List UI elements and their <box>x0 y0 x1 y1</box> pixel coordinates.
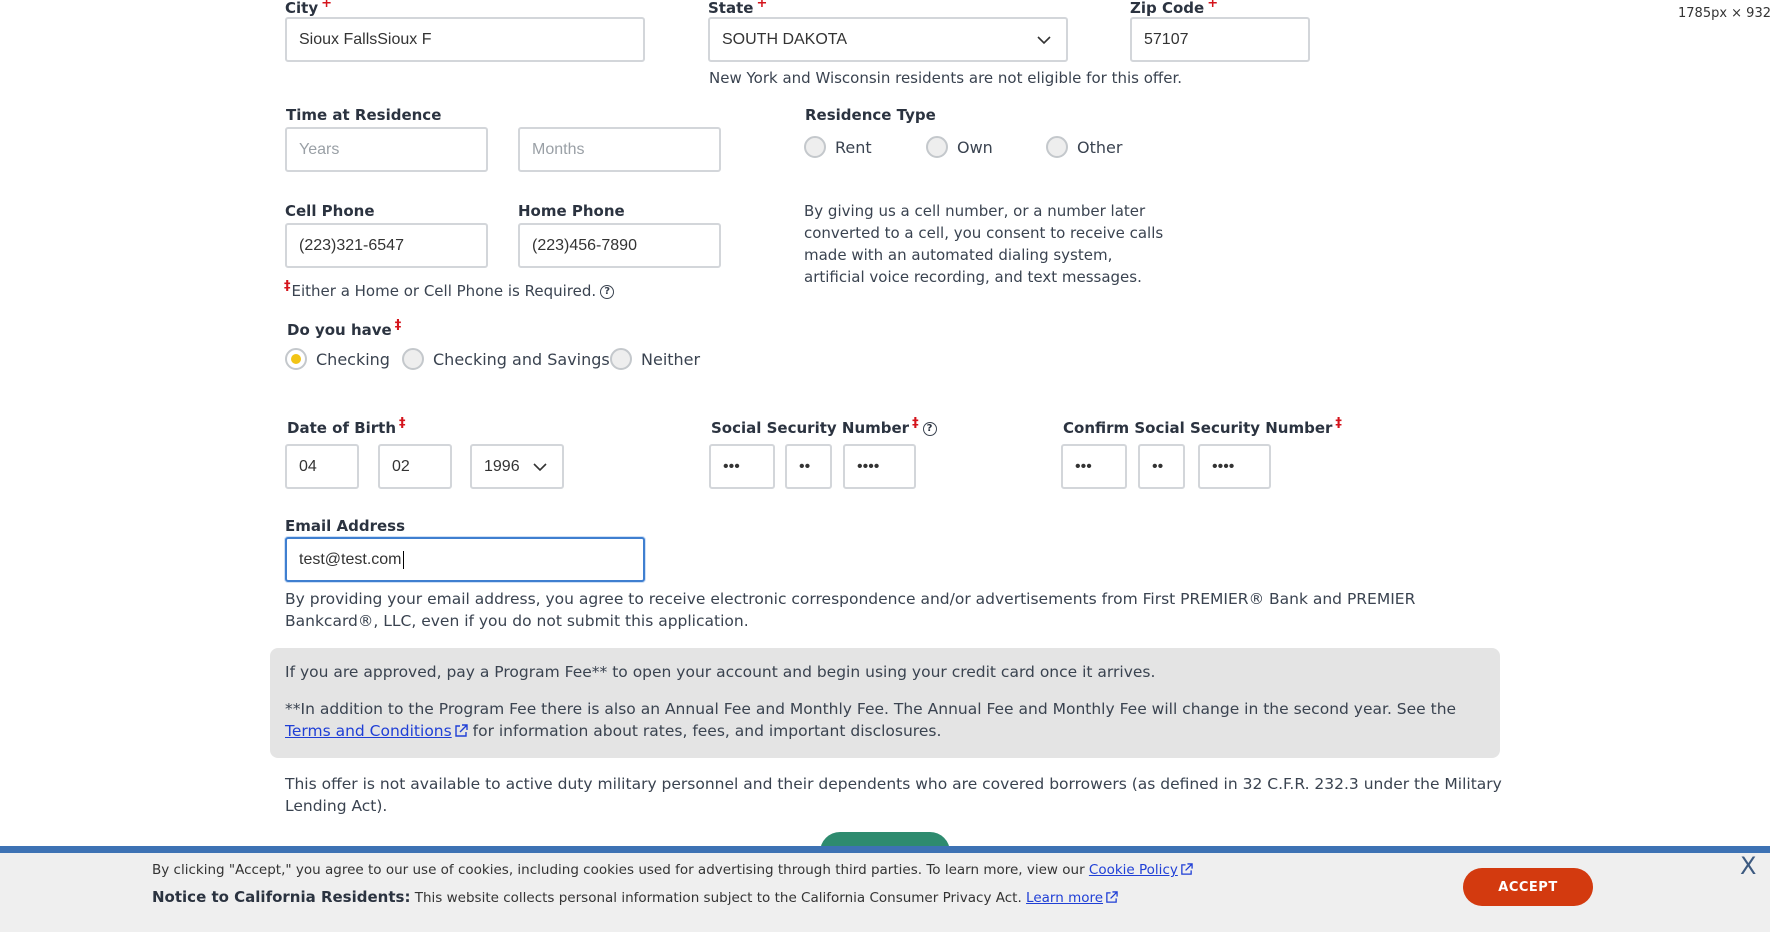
dob-month-input[interactable]: 04 <box>285 444 359 489</box>
email-disclaimer: By providing your email address, you agr… <box>285 590 1416 630</box>
learn-more-link[interactable]: Learn more <box>1026 890 1118 906</box>
cell-phone-label: Cell Phone <box>285 202 375 220</box>
cookie-policy-link[interactable]: Cookie Policy <box>1089 862 1193 878</box>
state-label: State + <box>708 0 768 17</box>
radio-circle <box>610 348 632 370</box>
confirm-ssn-part3-input[interactable]: •••• <box>1198 444 1271 489</box>
home-phone-label: Home Phone <box>518 202 625 220</box>
months-input[interactable]: Months <box>518 127 721 172</box>
zip-input[interactable]: 57107 <box>1130 17 1310 62</box>
cell-phone-input[interactable]: (223)321-6547 <box>285 223 488 268</box>
state-select-value: SOUTH DAKOTA <box>722 30 848 48</box>
email-input[interactable]: test@test.com <box>285 537 645 582</box>
zip-label: Zip Code + <box>1130 0 1219 17</box>
city-input[interactable]: Sioux FallsSioux F <box>285 17 645 62</box>
state-select[interactable]: SOUTH DAKOTA <box>708 17 1068 62</box>
external-link-icon <box>1181 863 1193 875</box>
external-link-icon <box>455 724 468 737</box>
email-label: Email Address <box>285 517 406 535</box>
radio-circle <box>804 136 826 158</box>
dob-year-value: 1996 <box>484 457 520 475</box>
radio-circle <box>1046 136 1068 158</box>
help-icon[interactable]: ? <box>600 284 615 299</box>
cell-consent-text: By giving us a cell number, or a number … <box>804 202 1164 286</box>
california-notice: Notice to California Residents: This web… <box>152 888 1118 906</box>
residence-type-label: Residence Type <box>805 106 936 124</box>
years-input[interactable]: Years <box>285 127 488 172</box>
annual-fee-text: **In addition to the Program Fee there i… <box>285 700 1457 740</box>
dob-year-select[interactable]: 1996 <box>470 444 564 489</box>
city-label: City + <box>285 0 333 17</box>
chevron-down-icon <box>533 463 547 472</box>
program-fee-text: If you are approved, pay a Program Fee**… <box>285 663 1156 681</box>
dimension-readout: 1785px × 932p <box>1678 6 1770 21</box>
radio-checking-and-savings[interactable]: Checking and Savings <box>402 348 610 370</box>
dob-day-input[interactable]: 02 <box>378 444 452 489</box>
dob-label: Date of Birth ‡ <box>287 416 406 437</box>
do-you-have-label: Do you have ‡ <box>287 318 402 339</box>
state-eligibility-note: New York and Wisconsin residents are not… <box>709 69 1183 87</box>
external-link-icon <box>1106 891 1118 903</box>
ssn-part1-input[interactable]: ••• <box>709 444 775 489</box>
cookie-consent-text: By clicking "Accept," you agree to our u… <box>152 862 1193 878</box>
radio-own[interactable]: Own <box>926 136 993 158</box>
radio-neither[interactable]: Neither <box>610 348 700 370</box>
chevron-down-icon <box>1037 36 1051 45</box>
phone-required-note: ‡Either a Home or Cell Phone is Required… <box>284 276 615 302</box>
ssn-part3-input[interactable]: •••• <box>843 444 916 489</box>
ssn-part2-input[interactable]: •• <box>785 444 832 489</box>
email-input-value: test@test.com <box>299 550 402 568</box>
ssn-label: Social Security Number ‡? <box>711 416 937 437</box>
confirm-ssn-part1-input[interactable]: ••• <box>1061 444 1127 489</box>
text-caret <box>402 550 404 569</box>
military-lending-note: This offer is not available to active du… <box>285 775 1502 815</box>
radio-checking[interactable]: Checking <box>285 348 390 370</box>
help-icon[interactable]: ? <box>922 421 937 436</box>
home-phone-input[interactable]: (223)456-7890 <box>518 223 721 268</box>
confirm-ssn-label: Confirm Social Security Number ‡ <box>1063 416 1342 437</box>
radio-rent[interactable]: Rent <box>804 136 872 158</box>
time-at-residence-label: Time at Residence <box>286 106 442 124</box>
radio-circle <box>926 136 948 158</box>
confirm-ssn-part2-input[interactable]: •• <box>1138 444 1185 489</box>
close-cookie-bar-button[interactable]: X <box>1740 852 1756 880</box>
radio-circle-selected <box>285 348 307 370</box>
radio-circle <box>402 348 424 370</box>
radio-other[interactable]: Other <box>1046 136 1122 158</box>
terms-and-conditions-link[interactable]: Terms and Conditions <box>285 722 468 740</box>
accept-cookies-button[interactable]: ACCEPT <box>1463 868 1593 906</box>
